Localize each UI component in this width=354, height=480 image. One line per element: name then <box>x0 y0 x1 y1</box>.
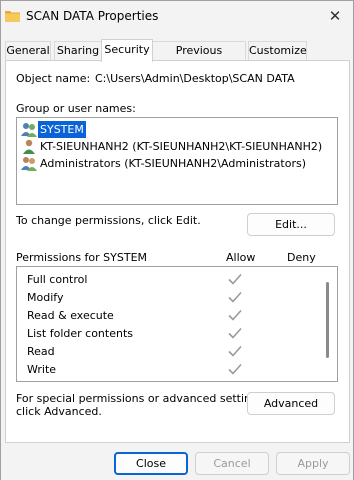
tab-previous-versions[interactable]: Previous Versions <box>152 41 246 75</box>
dialog-footer: Close Cancel Apply <box>1 443 353 480</box>
tab-general[interactable]: General <box>5 41 51 61</box>
close-icon[interactable]: ✕ <box>323 5 347 27</box>
apply-button[interactable]: Apply <box>276 452 350 475</box>
permissions-list[interactable]: Full control Modify Read & execute List … <box>16 266 338 382</box>
list-item[interactable]: KT-SIEUNHANH2 (KT-SIEUNHANH2\KT-SIEUNHAN… <box>19 138 335 155</box>
permission-name: Modify <box>27 291 64 304</box>
object-name-value: C:\Users\Admin\Desktop\SCAN DATA <box>95 72 295 85</box>
tab-sharing[interactable]: Sharing <box>54 41 102 61</box>
permission-name: List folder contents <box>27 327 133 340</box>
group-names-label: Group or user names: <box>16 102 136 115</box>
edit-button[interactable]: Edit... <box>247 213 335 236</box>
check-icon <box>228 273 242 285</box>
user-icon <box>23 139 35 154</box>
table-row: List folder contents <box>27 325 317 343</box>
permission-name: Read <box>27 345 55 358</box>
table-row: Full control <box>27 271 317 289</box>
cancel-button[interactable]: Cancel <box>195 452 269 475</box>
group-name: Administrators (KT-SIEUNHANH2\Administra… <box>40 157 307 170</box>
check-icon <box>228 309 242 321</box>
group-names-list[interactable]: SYSTEM KT-SIEUNHANH2 (KT-SIEUNHANH2\KT-S… <box>16 117 338 205</box>
group-name: KT-SIEUNHANH2 (KT-SIEUNHANH2\KT-SIEUNHAN… <box>40 140 323 153</box>
permissions-for-label: Permissions for SYSTEM <box>16 251 148 264</box>
change-permissions-hint: To change permissions, click Edit. <box>16 214 201 227</box>
permission-name: Read & execute <box>27 309 114 322</box>
close-button[interactable]: Close <box>114 452 188 475</box>
advanced-button[interactable]: Advanced <box>247 392 335 415</box>
check-icon <box>228 327 242 339</box>
title-bar[interactable]: SCAN DATA Properties ✕ <box>1 1 353 33</box>
users-group-icon <box>21 157 37 171</box>
allow-header: Allow <box>226 251 256 264</box>
check-icon <box>228 291 242 303</box>
tab-strip: General Sharing Security Previous Versio… <box>5 39 351 75</box>
users-group-icon <box>21 123 37 137</box>
list-item[interactable]: Administrators (KT-SIEUNHANH2\Administra… <box>19 155 335 172</box>
table-row: Modify <box>27 289 317 307</box>
deny-header: Deny <box>287 251 316 264</box>
table-row: Read <box>27 343 317 361</box>
check-icon <box>228 345 242 357</box>
folder-icon <box>5 11 20 22</box>
object-name-label: Object name: <box>16 72 91 85</box>
advanced-hint-line1: For special permissions or advanced sett… <box>16 392 268 405</box>
scrollbar-thumb[interactable] <box>326 282 329 358</box>
check-icon <box>228 363 242 375</box>
permission-name: Write <box>27 363 57 376</box>
tab-customize[interactable]: Customize <box>248 41 307 61</box>
security-panel: Object name: C:\Users\Admin\Desktop\SCAN… <box>5 60 350 443</box>
list-item[interactable]: SYSTEM <box>19 120 335 139</box>
window-title: SCAN DATA Properties <box>26 9 159 23</box>
table-row: Write <box>27 361 317 379</box>
tab-security[interactable]: Security <box>101 39 153 62</box>
table-row: Read & execute <box>27 307 317 325</box>
group-name: SYSTEM <box>37 120 87 139</box>
advanced-hint-line2: click Advanced. <box>16 405 102 418</box>
properties-window: SCAN DATA Properties ✕ General Sharing S… <box>0 0 354 480</box>
permission-name: Full control <box>27 273 88 286</box>
